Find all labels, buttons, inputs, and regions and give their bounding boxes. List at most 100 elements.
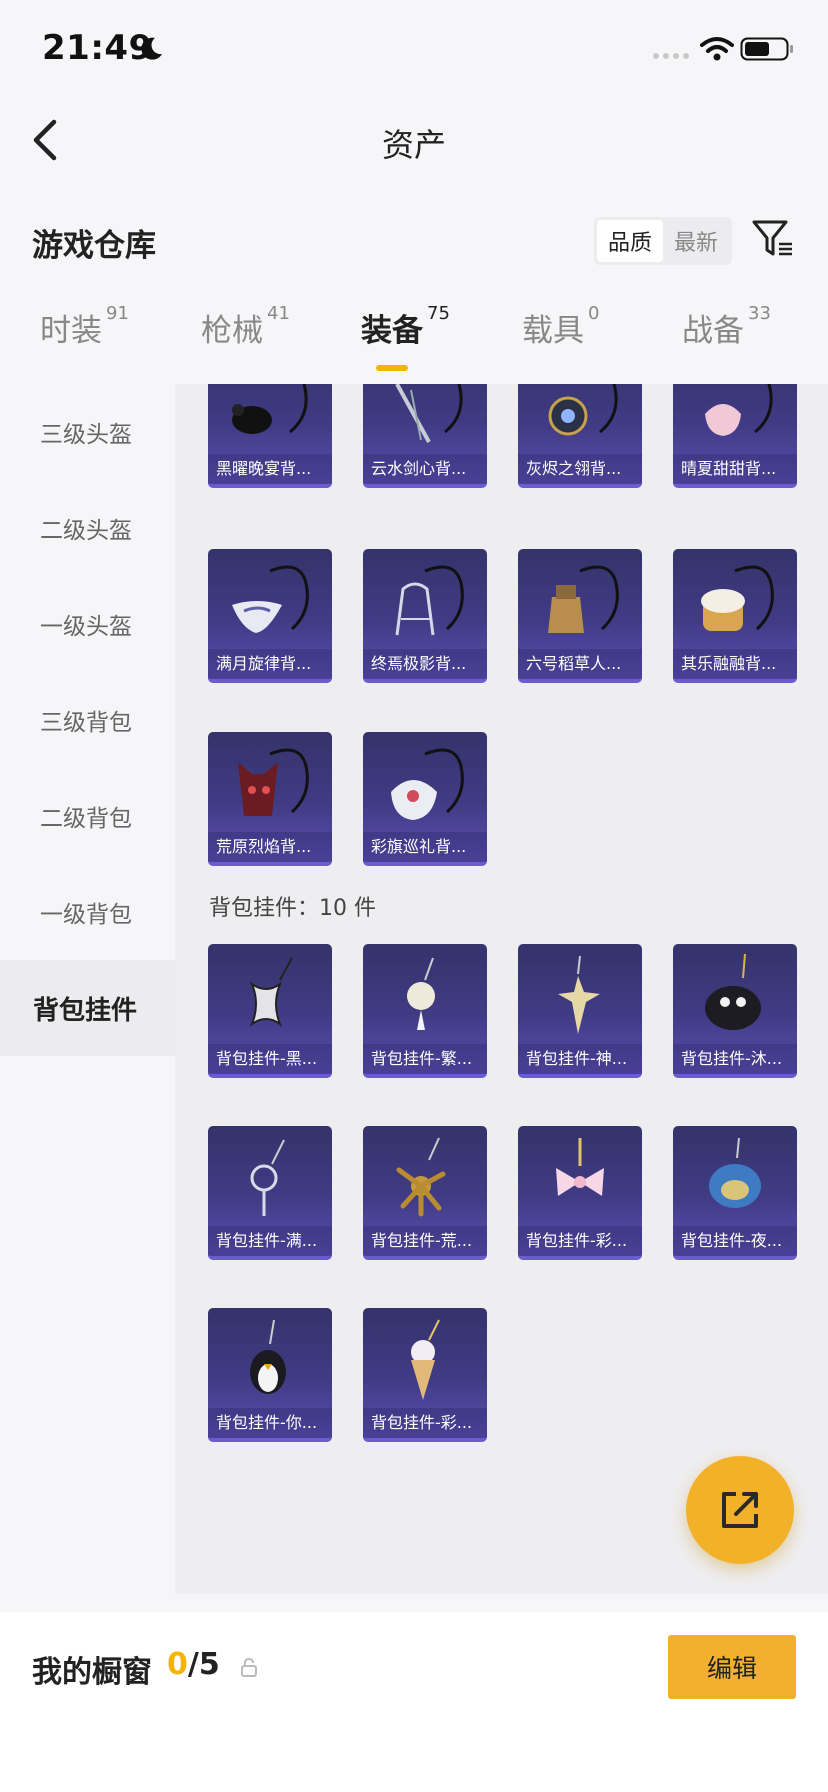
signal-icon (653, 53, 689, 59)
item-name: 满月旋律背... (208, 649, 332, 679)
backpack-thumbnail-icon (395, 384, 463, 443)
tab-fashion[interactable]: 时装 91 (40, 303, 129, 350)
item-name: 六号稻草人... (518, 649, 642, 679)
tab-label: 时装 (40, 313, 102, 349)
pendant-card[interactable]: 背包挂件-沐... (673, 944, 797, 1078)
warehouse-title: 游戏仓库 (32, 228, 156, 264)
share-button[interactable] (686, 1456, 794, 1564)
pendant-card[interactable]: 背包挂件-满... (208, 1126, 332, 1260)
item-name: 背包挂件-黑... (208, 1044, 332, 1074)
tab-count: 33 (748, 303, 771, 324)
showcase-bar: 我的橱窗 0/5 编辑 (0, 1612, 828, 1792)
tab-count: 41 (267, 303, 290, 324)
pendant-thumbnail-icon (250, 1139, 285, 1216)
pendant-card[interactable]: 背包挂件-彩... (363, 1308, 487, 1442)
item-name: 背包挂件-彩... (363, 1408, 487, 1438)
sidebar-item-level1-helmet[interactable]: 一级头盔 (0, 576, 175, 672)
nav-bar: 资产 (0, 100, 828, 180)
pendant-card[interactable]: 背包挂件-彩... (518, 1126, 642, 1260)
backpack-card[interactable]: 云水剑心背... (363, 384, 487, 488)
sort-by-newest[interactable]: 最新 (663, 220, 729, 262)
sidebar-item-level3-backpack[interactable]: 三级背包 (0, 672, 175, 768)
battery-icon (740, 37, 793, 61)
item-name: 背包挂件-神... (518, 1044, 642, 1074)
sidebar-item-level2-helmet[interactable]: 二级头盔 (0, 480, 175, 576)
pendant-card[interactable]: 背包挂件-你... (208, 1308, 332, 1442)
tab-combat-gear[interactable]: 战备 33 (682, 303, 771, 350)
tab-firearms[interactable]: 枪械 41 (201, 303, 290, 350)
backpack-thumbnail-icon (232, 384, 308, 434)
backpack-thumbnail-icon (548, 565, 619, 633)
item-name: 背包挂件-夜... (673, 1226, 797, 1256)
tab-count: 0 (588, 303, 600, 324)
backpack-card[interactable]: 晴夏甜甜背... (673, 384, 797, 488)
sidebar-item-level3-helmet[interactable]: 三级头盔 (0, 384, 175, 480)
showcase-count: 0/5 (167, 1647, 220, 1682)
item-grid-panel[interactable]: 黑曜晚宴背... 云水剑心背... 灰烬之翎背... 晴夏甜甜背... 满月旋律… (175, 384, 828, 1594)
pendant-card[interactable]: 背包挂件-夜... (673, 1126, 797, 1260)
filter-icon[interactable] (752, 218, 794, 260)
showcase-total: /5 (187, 1647, 220, 1682)
page-title: 资产 (381, 126, 446, 164)
backpack-card[interactable]: 满月旋律背... (208, 549, 332, 683)
moon-icon (141, 37, 162, 60)
pendant-thumbnail-icon (709, 1137, 761, 1208)
item-name: 背包挂件-满... (208, 1226, 332, 1256)
pendant-thumbnail-icon (705, 953, 761, 1030)
pendant-thumbnail-icon (556, 1138, 604, 1196)
backpack-card[interactable]: 终焉极影背... (363, 549, 487, 683)
backpack-card[interactable]: 灰烬之翎背... (518, 384, 642, 488)
sidebar-item-level2-backpack[interactable]: 二级背包 (0, 768, 175, 864)
pendant-thumbnail-icon (250, 1319, 286, 1394)
tab-equipment[interactable]: 装备 75 (361, 303, 450, 350)
pendant-thumbnail-icon (407, 957, 435, 1030)
tab-label: 枪械 (201, 313, 263, 349)
pendant-thumbnail-icon (396, 1137, 446, 1217)
tab-count: 91 (106, 303, 129, 324)
backpack-thumbnail-icon (705, 384, 773, 436)
item-name: 背包挂件-你... (208, 1408, 332, 1438)
pendant-section-heading: 背包挂件：10 件 (209, 896, 376, 921)
backpack-thumbnail-icon (701, 565, 774, 631)
pendant-thumbnail-icon (558, 955, 600, 1034)
item-name: 彩旗巡礼背... (363, 832, 487, 862)
backpack-card[interactable]: 六号稻草人... (518, 549, 642, 683)
wifi-icon (700, 37, 734, 61)
pendant-card[interactable]: 背包挂件-神... (518, 944, 642, 1078)
pendant-thumbnail-icon (411, 1319, 440, 1400)
tab-label: 装备 (361, 313, 423, 349)
sort-toggle: 品质 最新 (594, 217, 732, 265)
backpack-card[interactable]: 彩旗巡礼背... (363, 732, 487, 866)
status-time: 21:49 (42, 28, 153, 68)
item-name: 云水剑心背... (363, 454, 487, 484)
item-name: 其乐融融背... (673, 649, 797, 679)
backpack-card[interactable]: 黑曜晚宴背... (208, 384, 332, 488)
pendant-card[interactable]: 背包挂件-繁... (363, 944, 487, 1078)
item-name: 终焉极影背... (363, 649, 487, 679)
pendant-card[interactable]: 背包挂件-黑... (208, 944, 332, 1078)
tab-label: 载具 (522, 313, 584, 349)
item-name: 荒原烈焰背... (208, 832, 332, 862)
tab-vehicles[interactable]: 载具 0 (522, 303, 600, 350)
backpack-card[interactable]: 荒原烈焰背... (208, 732, 332, 866)
tab-count: 75 (427, 303, 450, 324)
backpack-thumbnail-icon (238, 748, 309, 816)
active-tab-indicator (376, 365, 408, 371)
item-name: 背包挂件-繁... (363, 1044, 487, 1074)
sidebar-item-backpack-pendant[interactable]: 背包挂件 (0, 960, 175, 1056)
sidebar-item-level1-backpack[interactable]: 一级背包 (0, 864, 175, 960)
item-name: 背包挂件-沐... (673, 1044, 797, 1074)
sort-by-quality[interactable]: 品质 (597, 220, 663, 262)
pendant-thumbnail-icon (249, 957, 293, 1027)
backpack-card[interactable]: 其乐融融背... (673, 549, 797, 683)
showcase-current: 0 (167, 1647, 188, 1682)
backpack-thumbnail-icon (548, 384, 618, 436)
tab-label: 战备 (682, 313, 744, 349)
pendant-card[interactable]: 背包挂件-荒... (363, 1126, 487, 1260)
edit-button[interactable]: 编辑 (668, 1635, 796, 1699)
backpack-thumbnail-icon (232, 565, 309, 633)
backpack-thumbnail-icon (391, 748, 464, 820)
item-name: 背包挂件-荒... (363, 1226, 487, 1256)
status-bar: 21:49 (0, 0, 828, 100)
category-tabs: 时装 91 枪械 41 装备 75 载具 0 战备 33 (0, 303, 828, 375)
